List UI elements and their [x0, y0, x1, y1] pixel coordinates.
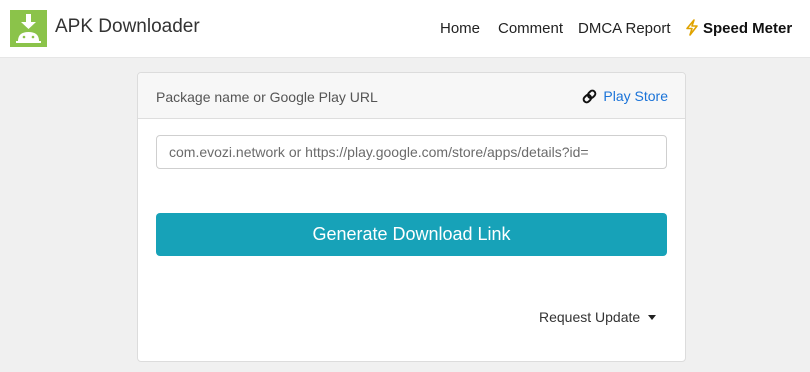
card-header: Package name or Google Play URL Play Sto…: [138, 73, 685, 119]
request-update-label: Request Update: [539, 309, 641, 325]
brand-name[interactable]: APK Downloader: [55, 16, 200, 38]
lightning-icon: [686, 19, 698, 36]
link-icon: [583, 89, 597, 104]
play-store-label: Play Store: [603, 88, 668, 104]
play-store-link[interactable]: Play Store: [581, 88, 668, 105]
package-input-label: Package name or Google Play URL: [156, 89, 378, 105]
android-download-icon[interactable]: [10, 10, 47, 47]
caret-down-icon: [648, 315, 657, 320]
package-input[interactable]: [156, 135, 667, 169]
download-form-card: Package name or Google Play URL Play Sto…: [137, 72, 686, 362]
request-update-dropdown[interactable]: Request Update: [539, 309, 657, 325]
navbar: APK Downloader Home Comment DMCA Report …: [0, 0, 810, 58]
generate-download-link-button[interactable]: Generate Download Link: [156, 213, 667, 256]
nav-dmca-report[interactable]: DMCA Report: [578, 20, 671, 37]
nav-home[interactable]: Home: [440, 20, 480, 37]
nav-comment[interactable]: Comment: [498, 20, 563, 37]
speed-meter-label: Speed Meter: [703, 20, 793, 37]
nav-speed-meter[interactable]: Speed Meter: [685, 19, 792, 37]
